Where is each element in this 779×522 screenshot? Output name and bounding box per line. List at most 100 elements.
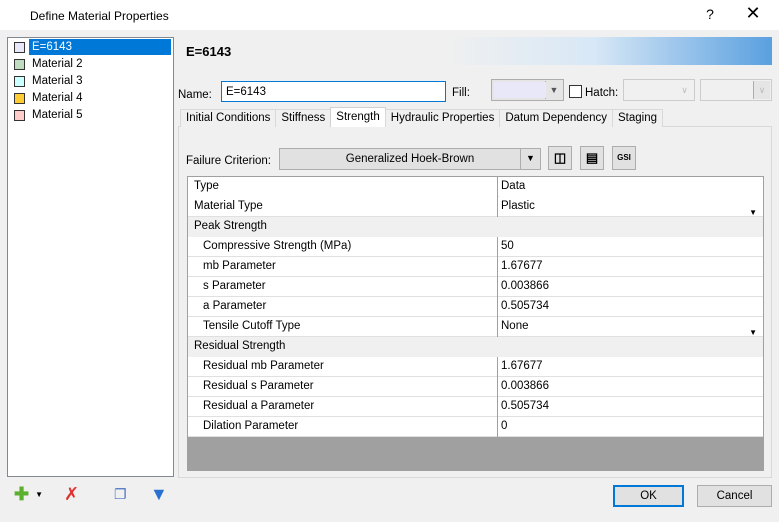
property-value-text: 0.003866 bbox=[501, 280, 549, 292]
filter-icon: ▼ bbox=[150, 484, 168, 504]
material-item[interactable]: Material 5 bbox=[14, 107, 86, 123]
material-label: Material 5 bbox=[32, 109, 83, 121]
table-row[interactable]: a Parameter 0.505734 bbox=[188, 297, 763, 317]
property-value[interactable]: 0.003866 bbox=[499, 277, 763, 297]
material-color-swatch bbox=[14, 41, 25, 53]
ok-button[interactable]: OK bbox=[613, 485, 684, 507]
hatch-label: Hatch: bbox=[585, 87, 619, 99]
property-value[interactable]: Plastic ▼ bbox=[499, 197, 763, 217]
material-color-swatch bbox=[14, 109, 25, 121]
property-value[interactable]: 0.003866 bbox=[499, 377, 763, 397]
table-row[interactable]: mb Parameter 1.67677 bbox=[188, 257, 763, 277]
name-input[interactable] bbox=[221, 81, 446, 102]
material-item[interactable]: Material 2 bbox=[14, 56, 86, 72]
chevron-down-icon: ∨ bbox=[676, 81, 693, 99]
strength-plot-button[interactable]: ◫ bbox=[548, 146, 572, 170]
filter-button[interactable]: ▼ bbox=[150, 484, 168, 504]
material-label: Material 3 bbox=[32, 75, 83, 87]
property-value[interactable]: 0.505734 bbox=[499, 397, 763, 417]
tab-stiffness[interactable]: Stiffness bbox=[275, 109, 332, 127]
property-name: Material Type bbox=[188, 197, 498, 217]
close-button[interactable]: ✕ bbox=[738, 3, 768, 24]
property-name: mb Parameter bbox=[188, 257, 498, 277]
material-color-swatch bbox=[14, 58, 25, 70]
delete-x-icon: ✗ bbox=[64, 484, 80, 504]
material-color-swatch bbox=[14, 75, 25, 87]
copy-icon: ❐ bbox=[114, 486, 127, 502]
gsi-button[interactable]: GSI bbox=[612, 146, 636, 170]
property-value[interactable]: 0 bbox=[499, 417, 763, 437]
property-value[interactable]: 1.67677 bbox=[499, 257, 763, 277]
material-color-swatch bbox=[14, 92, 25, 104]
tab-datum-dependency[interactable]: Datum Dependency bbox=[499, 109, 613, 127]
tab-staging[interactable]: Staging bbox=[611, 109, 663, 127]
tab-strength[interactable]: Strength bbox=[330, 107, 386, 127]
material-item[interactable]: E=6143 bbox=[14, 39, 171, 55]
hatch-color-dropdown: ∨ bbox=[700, 79, 772, 101]
property-name: Compressive Strength (MPa) bbox=[188, 237, 498, 257]
hatch-checkbox[interactable] bbox=[569, 85, 582, 98]
property-grid: Type Data Material Type Plastic ▼ Peak Streng… bbox=[187, 176, 764, 471]
chevron-down-icon: ∨ bbox=[753, 81, 770, 99]
chevron-down-icon: ▼ bbox=[545, 81, 562, 99]
property-value-text: 1.67677 bbox=[501, 260, 543, 272]
failure-criterion-dropdown[interactable]: Generalized Hoek-Brown ▼ bbox=[279, 148, 541, 170]
table-row[interactable]: Compressive Strength (MPa) 50 bbox=[188, 237, 763, 257]
cancel-button[interactable]: Cancel bbox=[697, 485, 772, 507]
property-value-text: 0 bbox=[501, 420, 508, 432]
fill-color-swatch bbox=[494, 82, 546, 98]
material-item[interactable]: Material 4 bbox=[14, 90, 86, 106]
material-item[interactable]: Material 3 bbox=[14, 73, 86, 89]
fill-label: Fill: bbox=[452, 87, 470, 99]
chart-cylinder-icon: ◫ bbox=[553, 150, 567, 165]
dropdown-arrow-icon: ▼ bbox=[35, 490, 44, 500]
copy-material-button[interactable]: ❐ bbox=[114, 484, 127, 504]
property-value-text: 50 bbox=[501, 240, 514, 252]
table-row[interactable]: Residual s Parameter 0.003866 bbox=[188, 377, 763, 397]
property-value-text: Plastic bbox=[501, 200, 535, 212]
property-name: Dilation Parameter bbox=[188, 417, 498, 437]
help-button[interactable]: ? bbox=[700, 6, 720, 22]
property-value-text: 1.67677 bbox=[501, 360, 543, 372]
property-name: Residual mb Parameter bbox=[188, 357, 498, 377]
property-value-text: None bbox=[501, 320, 529, 332]
table-row[interactable]: Tensile Cutoff Type None ▼ bbox=[188, 317, 763, 337]
name-label: Name: bbox=[178, 89, 212, 101]
tab-hydraulic-properties[interactable]: Hydraulic Properties bbox=[384, 109, 501, 127]
property-value[interactable]: None ▼ bbox=[499, 317, 763, 337]
material-label: Material 2 bbox=[32, 58, 83, 70]
window-title: Define Material Properties bbox=[30, 9, 169, 23]
header-title: E=6143 bbox=[186, 44, 232, 59]
property-name: Residual a Parameter bbox=[188, 397, 498, 417]
property-value[interactable]: 1.67677 bbox=[499, 357, 763, 377]
property-name: s Parameter bbox=[188, 277, 498, 297]
plus-icon: ✚ bbox=[14, 484, 30, 504]
strength-envelope-button[interactable]: ▤ bbox=[580, 146, 604, 170]
column-header-data: Data bbox=[499, 177, 763, 197]
property-name: Residual s Parameter bbox=[188, 377, 498, 397]
property-value[interactable]: 0.505734 bbox=[499, 297, 763, 317]
material-label: Material 4 bbox=[32, 92, 83, 104]
material-label: E=6143 bbox=[29, 39, 171, 55]
hatch-pattern-dropdown: ∨ bbox=[623, 79, 695, 101]
table-row[interactable]: s Parameter 0.003866 bbox=[188, 277, 763, 297]
column-header-type: Type bbox=[188, 177, 498, 197]
table-row[interactable]: Residual a Parameter 0.505734 bbox=[188, 397, 763, 417]
table-row[interactable]: Material Type Plastic ▼ bbox=[188, 197, 763, 217]
gsi-icon: GSI bbox=[617, 153, 631, 162]
failure-criterion-label: Failure Criterion: bbox=[186, 155, 271, 167]
tab-initial-conditions[interactable]: Initial Conditions bbox=[180, 109, 277, 127]
add-material-button[interactable]: ✚ ▼ bbox=[14, 484, 43, 505]
grid-header: Type Data bbox=[188, 177, 763, 197]
header-band bbox=[178, 37, 772, 65]
failure-criterion-value: Generalized Hoek-Brown bbox=[345, 153, 475, 165]
group-row: Residual Strength bbox=[188, 337, 763, 357]
material-list[interactable]: E=6143 Material 2 Material 3 Material 4 Mate… bbox=[7, 37, 174, 477]
table-row[interactable]: Residual mb Parameter 1.67677 bbox=[188, 357, 763, 377]
group-label: Peak Strength bbox=[188, 217, 763, 237]
tab-bar: Initial Conditions Stiffness Strength Hydra… bbox=[180, 107, 663, 127]
delete-material-button[interactable]: ✗ bbox=[64, 484, 79, 504]
table-row[interactable]: Dilation Parameter 0 bbox=[188, 417, 763, 437]
dropdown-arrow-icon: ▼ bbox=[520, 149, 540, 169]
property-value[interactable]: 50 bbox=[499, 237, 763, 257]
